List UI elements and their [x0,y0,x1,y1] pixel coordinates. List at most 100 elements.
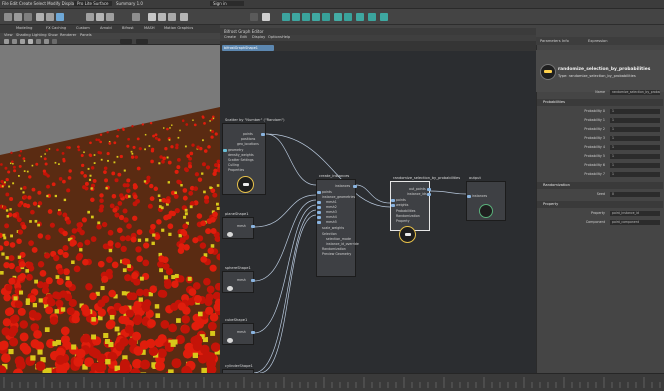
shelf-tab-modeling[interactable]: Modeling [16,26,32,30]
hypershade-icon[interactable] [180,13,188,21]
create-instances-node[interactable]: create_instances instances points instan… [316,174,359,277]
probability-field[interactable]: 1 [610,172,660,177]
render-icon[interactable] [148,13,156,21]
loft-tool-icon[interactable] [312,13,320,21]
workspace-selector[interactable]: Pro Lite Surface [74,1,112,6]
name-field[interactable]: randomize_selection_by_probabilities [610,90,660,95]
visibility-icon[interactable] [250,13,258,21]
viewport-menu-renderer[interactable]: Renderer [60,33,76,37]
viewport-menu-lighting[interactable]: Lighting [32,33,47,37]
scatter-node[interactable]: Scatter by "Number" ("Random") points po… [222,118,285,195]
camera-icon[interactable] [4,39,9,44]
scatter-row-properties[interactable]: Properties [228,168,244,172]
create-mesh3-port[interactable] [317,211,321,214]
bevel-tool-icon[interactable] [356,13,364,21]
create-mesh4-port[interactable] [317,216,321,219]
create-mesh5-port[interactable] [317,221,321,224]
property-field[interactable]: point_instance_id [610,211,660,216]
probability-field[interactable]: 1 [610,136,660,141]
sign-in-button[interactable]: Sign in [210,1,244,6]
sphere-shape-node[interactable]: sphereShape1 mesh [222,266,255,293]
probability-field[interactable]: 1 [610,145,660,150]
save-scene-icon[interactable] [24,13,32,21]
random-row-randomization[interactable]: Randomization [396,214,420,218]
viewport-menu-show[interactable]: Show [48,33,58,37]
create-row-randomization[interactable]: Randomization [322,247,346,251]
cube-mesh-port[interactable] [251,331,255,334]
randomize-selection-node[interactable]: randomize_selection_by_probabilities out… [390,176,460,243]
probability-field[interactable]: 1 [610,109,660,114]
lasso-tool-icon[interactable] [46,13,54,21]
open-scene-icon[interactable] [14,13,22,21]
curve-tool-icon[interactable] [282,13,290,21]
create-points-port[interactable] [317,191,321,194]
cube-shape-node[interactable]: cubeShape1 mesh [222,318,255,345]
create-mesh2-port[interactable] [317,206,321,209]
probability-field[interactable]: 1 [610,127,660,132]
component-field[interactable]: point_component [610,220,660,225]
ne-menu-options[interactable]: Options [268,35,282,39]
ne-menu-help[interactable]: Help [282,35,290,39]
gamma-field[interactable] [136,39,148,44]
viewport-menu-view[interactable]: View [4,33,13,37]
ne-menu-edit[interactable]: Edit [240,35,247,39]
scatter-geometry-port[interactable] [223,149,227,152]
time-slider[interactable] [0,373,664,391]
lights-icon[interactable] [44,39,49,44]
random-weights-port[interactable] [391,204,395,207]
probability-field[interactable]: 1 [610,118,660,123]
probability-field[interactable]: 1 [610,163,660,168]
create-mesh1-port[interactable] [317,201,321,204]
scatter-row-settings[interactable]: Scatter Settings [228,158,254,162]
plane-shape-node[interactable]: planeShape1 mesh [222,212,255,239]
scatter-points-port[interactable] [261,133,265,136]
detach-tool-icon[interactable] [380,13,388,21]
output-instances-port[interactable] [467,195,471,198]
3d-viewport[interactable] [0,45,220,391]
surface-tool-icon[interactable] [302,13,310,21]
viewport-menu-shading[interactable]: Shading [16,33,31,37]
ipr-render-icon[interactable] [158,13,166,21]
shelf-tab-motion-graphics[interactable]: Motion Graphics [164,26,193,30]
tab-expression[interactable]: Expression [588,39,608,43]
create-instances-out-port[interactable] [353,185,357,188]
random-out-points-port[interactable] [427,188,431,191]
textured-icon[interactable] [36,39,41,44]
node-graph-canvas[interactable]: Scatter by "Number" ("Random") points po… [220,51,536,373]
create-row-selection[interactable]: Selection [322,232,337,236]
grid-icon[interactable] [12,39,17,44]
shelf-tab-bifrost[interactable]: Bifrost [122,26,134,30]
planar-tool-icon[interactable] [344,13,352,21]
viewport-menu-panels[interactable]: Panels [80,33,92,37]
random-instance-ids-port[interactable] [427,193,431,196]
tab-parameters[interactable]: Parameters [540,39,561,43]
search-icon[interactable] [262,13,270,21]
random-points-port[interactable] [391,199,395,202]
new-scene-icon[interactable] [4,13,12,21]
snap-curve-icon[interactable] [96,13,104,21]
smooth-shade-icon[interactable] [28,39,33,44]
shelf-tab-arnold[interactable]: Arnold [100,26,112,30]
paint-select-icon[interactable] [56,13,64,21]
probability-field[interactable]: 1 [610,154,660,159]
tab-info[interactable]: Info [562,39,569,43]
render-settings-icon[interactable] [168,13,176,21]
wireframe-icon[interactable] [20,39,25,44]
snap-point-icon[interactable] [106,13,114,21]
plane-mesh-port[interactable] [251,225,255,228]
ne-menu-display[interactable]: Display [252,35,265,39]
shelf-tab-mash[interactable]: MASH [144,26,155,30]
exposure-field[interactable] [120,39,132,44]
create-row-preview[interactable]: Preview Geometry [322,252,351,256]
random-row-probabilities[interactable]: Probabilities [396,209,415,213]
scatter-row-culling[interactable]: Culling [228,163,239,167]
seed-field[interactable]: 0 [610,192,660,197]
shelf-tab-fx-caching[interactable]: FX Caching [46,26,66,30]
attach-tool-icon[interactable] [368,13,376,21]
section-randomization[interactable]: Randomization [537,182,663,189]
section-property[interactable]: Property [537,201,663,208]
extrude-tool-icon[interactable] [334,13,342,21]
snap-grid-icon[interactable] [86,13,94,21]
select-tool-icon[interactable] [36,13,44,21]
ne-menu-create[interactable]: Create [224,35,236,39]
